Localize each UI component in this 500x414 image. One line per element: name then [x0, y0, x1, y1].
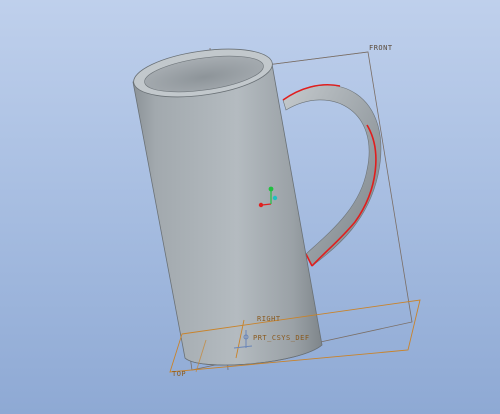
- front-plane-label[interactable]: FRONT: [369, 44, 393, 52]
- top-plane-label[interactable]: TOP: [172, 370, 186, 378]
- mug-body[interactable]: [131, 41, 323, 366]
- right-plane-label[interactable]: RIGHT: [257, 315, 281, 323]
- model-scene: [131, 41, 421, 373]
- model-viewport[interactable]: FRONT RIGHT PRT_CSYS_DEF TOP: [0, 0, 500, 414]
- csys-label[interactable]: PRT_CSYS_DEF: [253, 334, 310, 342]
